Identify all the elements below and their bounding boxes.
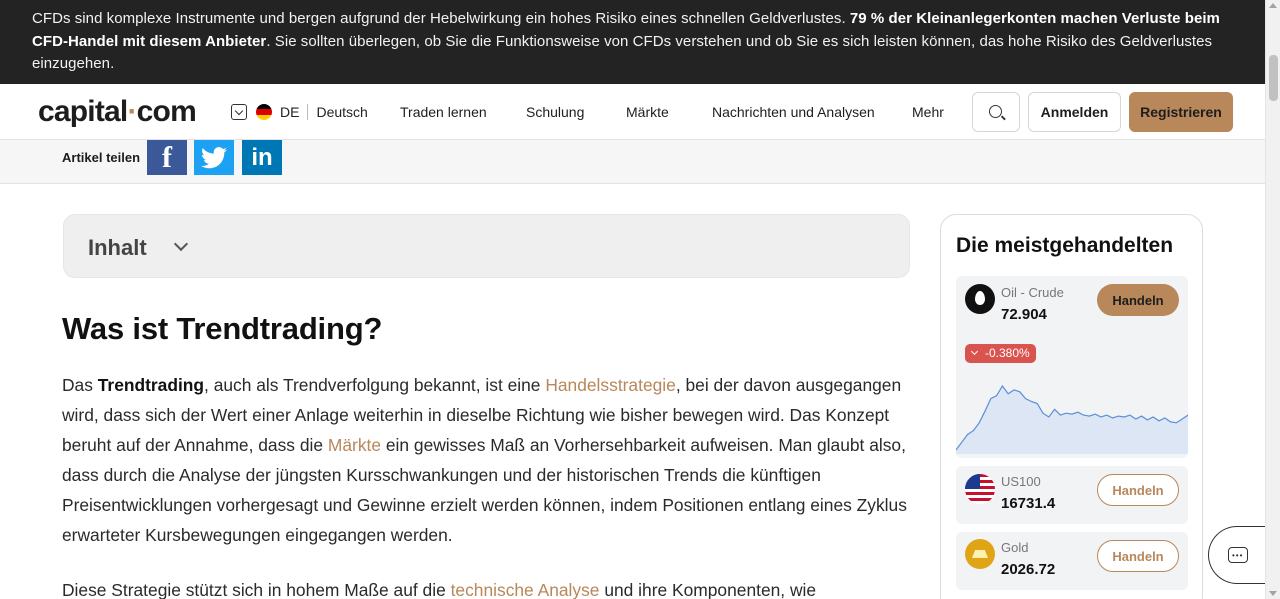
nav-schulung[interactable]: Schulung <box>526 104 584 120</box>
trade-button-gold[interactable]: Handeln <box>1097 540 1179 572</box>
scroll-up-icon[interactable] <box>1269 3 1277 8</box>
market-card-oil[interactable]: Oil - Crude 72.904 Handeln -0.380% <box>956 276 1188 458</box>
market-name: US100 <box>1001 474 1041 489</box>
nav-maerkte[interactable]: Märkte <box>626 104 669 120</box>
share-label: Artikel teilen <box>62 150 141 165</box>
market-price: 2026.72 <box>1001 561 1056 578</box>
trade-button-oil[interactable]: Handeln <box>1097 284 1179 316</box>
chevron-down-icon <box>231 104 247 120</box>
widget-title: Die meistgehandelten <box>956 234 1174 257</box>
trade-button-us100[interactable]: Handeln <box>1097 474 1179 506</box>
article-paragraph-1: Das Trendtrading, auch als Trendverfolgu… <box>62 375 907 545</box>
site-header: capital·com DE Deutsch Traden lernen Sch… <box>0 84 1265 140</box>
scroll-thumb[interactable] <box>1269 55 1278 101</box>
market-card-us100[interactable]: US100 16731.4 Handeln <box>956 466 1188 524</box>
twitter-share-button[interactable] <box>194 140 234 175</box>
linkedin-icon: in <box>251 143 273 171</box>
facebook-icon: f <box>162 140 172 174</box>
nav-mehr[interactable]: Mehr <box>912 104 944 120</box>
register-button[interactable]: Registrieren <box>1129 92 1233 132</box>
page-scrollbar[interactable] <box>1265 0 1280 599</box>
chat-button[interactable]: ••• <box>1208 526 1266 584</box>
market-name: Gold <box>1001 540 1029 555</box>
chevron-down-icon <box>970 347 979 356</box>
germany-flag-icon <box>256 104 272 120</box>
search-button[interactable] <box>972 92 1020 132</box>
market-price: 16731.4 <box>1001 495 1056 512</box>
price-change-badge: -0.380% <box>965 344 1036 363</box>
risk-warning-banner: CFDs sind komplexe Instrumente und berge… <box>0 0 1265 84</box>
article-title: Was ist Trendtrading? <box>62 311 383 346</box>
us-flag-icon <box>965 474 995 504</box>
country-code: DE <box>280 104 300 120</box>
market-price: 72.904 <box>1001 306 1047 323</box>
language-label: Deutsch <box>316 104 368 120</box>
most-traded-widget: Die meistgehandelten Oil - Crude 72.904 … <box>940 214 1203 599</box>
link-maerkte[interactable]: Märkte <box>328 435 381 455</box>
gold-bar-icon <box>965 539 995 569</box>
divider <box>307 104 309 120</box>
risk-text-1: CFDs sind komplexe Instrumente und berge… <box>32 10 850 27</box>
link-technische-analyse[interactable]: technische Analyse <box>451 580 600 599</box>
capital-com-logo[interactable]: capital·com <box>38 95 197 129</box>
linkedin-share-button[interactable]: in <box>242 140 282 175</box>
market-card-gold[interactable]: Gold 2026.72 Handeln <box>956 532 1188 590</box>
facebook-share-button[interactable]: f <box>147 140 187 175</box>
scroll-down-icon[interactable] <box>1269 591 1277 596</box>
nav-nachrichten-analysen[interactable]: Nachrichten und Analysen <box>712 104 875 120</box>
twitter-icon <box>201 146 227 168</box>
price-sparkline <box>956 384 1188 454</box>
login-button[interactable]: Anmelden <box>1028 92 1121 132</box>
share-bar: Artikel teilen f in <box>0 140 1265 184</box>
link-handelsstrategie[interactable]: Handelsstrategie <box>545 375 676 395</box>
language-selector[interactable]: DE Deutsch <box>231 103 368 121</box>
article-paragraph-2: Diese Strategie stützt sich in hohem Maß… <box>62 580 817 599</box>
sparkline-area <box>956 386 1188 454</box>
nav-traden-lernen[interactable]: Traden lernen <box>400 104 487 120</box>
table-of-contents-toggle[interactable]: Inhalt <box>63 214 910 278</box>
oil-drop-icon <box>965 284 995 314</box>
chevron-down-icon <box>173 236 189 252</box>
market-name: Oil - Crude <box>1001 285 1064 300</box>
toc-title: Inhalt <box>88 235 147 260</box>
